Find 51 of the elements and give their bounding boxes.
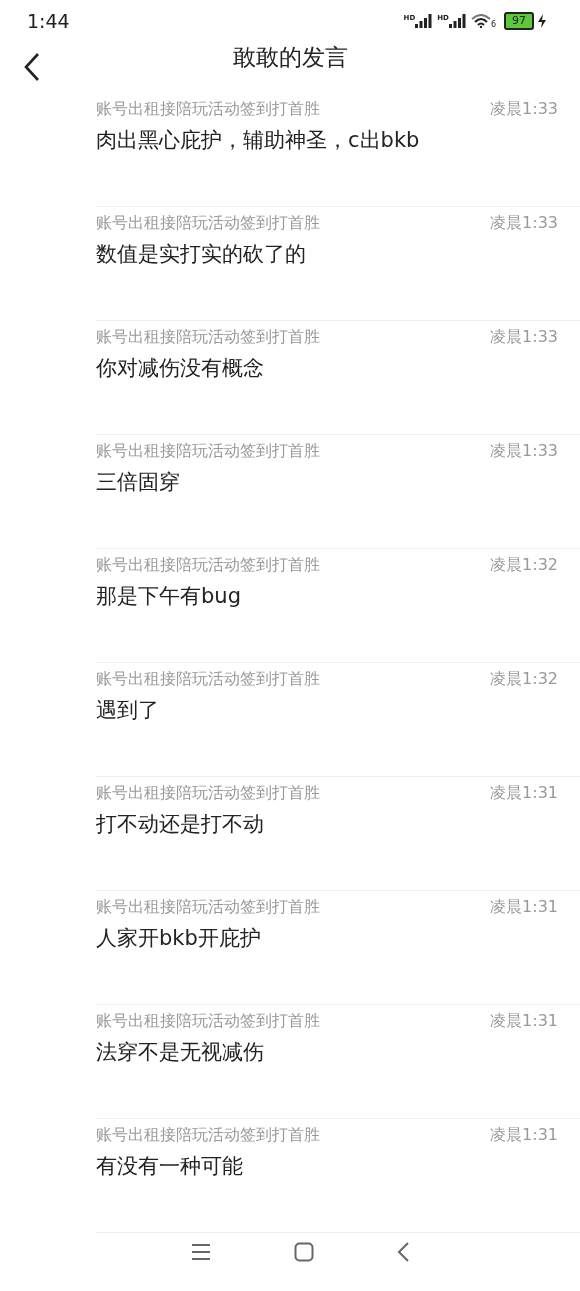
group-name: 账号出租接陪玩活动签到打首胜: [96, 555, 320, 577]
message-text: 人家开bkb开庇护: [96, 925, 262, 953]
group-name: 账号出租接陪玩活动签到打首胜: [96, 1125, 320, 1147]
menu-icon[interactable]: [191, 1243, 212, 1262]
message-item[interactable]: 账号出租接陪玩活动签到打首胜 凌晨1:33 数值是实打实的砍了的: [96, 207, 580, 322]
message-time: 凌晨1:32: [490, 669, 558, 691]
group-name: 账号出租接陪玩活动签到打首胜: [96, 441, 320, 463]
battery-indicator: 97: [504, 11, 534, 30]
group-name: 账号出租接陪玩活动签到打首胜: [96, 327, 320, 349]
message-text: 三倍固穿: [96, 469, 181, 497]
message-time: 凌晨1:31: [490, 897, 558, 919]
message-time: 凌晨1:31: [490, 783, 558, 805]
page-title: 敢敢的发言: [232, 42, 348, 72]
message-item[interactable]: 账号出租接陪玩活动签到打首胜 凌晨1:32 遇到了: [96, 663, 580, 778]
message-time: 凌晨1:33: [490, 327, 558, 349]
message-item[interactable]: 账号出租接陪玩活动签到打首胜 凌晨1:33 肉出黑心庇护，辅助神圣，c出bkb: [96, 93, 580, 208]
message-time: 凌晨1:31: [490, 1011, 558, 1033]
charging-icon: [538, 13, 546, 28]
message-item[interactable]: 账号出租接陪玩活动签到打首胜 凌晨1:32 那是下午有bug: [96, 549, 580, 664]
message-text: 有没有一种可能: [96, 1153, 244, 1181]
group-name: 账号出租接陪玩活动签到打首胜: [96, 669, 320, 691]
message-time: 凌晨1:31: [490, 1125, 558, 1147]
group-name: 账号出租接陪玩活动签到打首胜: [96, 783, 320, 805]
signal-icon: [448, 13, 467, 28]
home-icon[interactable]: [294, 1242, 314, 1263]
status-time: 1:44: [27, 9, 70, 32]
message-text: 那是下午有bug: [96, 583, 242, 611]
message-text: 法穿不是无视减伤: [96, 1039, 265, 1067]
message-time: 凌晨1:33: [490, 441, 558, 463]
message-item[interactable]: 账号出租接陪玩活动签到打首胜 凌晨1:31 打不动还是打不动: [96, 777, 580, 892]
message-text: 你对减伤没有概念: [96, 355, 265, 383]
message-item[interactable]: 账号出租接陪玩活动签到打首胜 凌晨1:31 法穿不是无视减伤: [96, 1005, 580, 1120]
wifi-label: 6: [490, 20, 496, 30]
message-item[interactable]: 账号出租接陪玩活动签到打首胜 凌晨1:33 你对减伤没有概念: [96, 321, 580, 436]
message-item[interactable]: 账号出租接陪玩活动签到打首胜 凌晨1:31 有没有一种可能: [96, 1119, 580, 1234]
message-text: 遇到了: [96, 697, 160, 725]
message-item[interactable]: 账号出租接陪玩活动签到打首胜 凌晨1:31 人家开bkb开庇护: [96, 891, 580, 1006]
wifi-icon: [470, 13, 491, 28]
message-time: 凌晨1:32: [490, 555, 558, 577]
group-name: 账号出租接陪玩活动签到打首胜: [96, 99, 320, 121]
group-name: 账号出租接陪玩活动签到打首胜: [96, 897, 320, 919]
back-icon[interactable]: [24, 53, 40, 82]
message-text: 数值是实打实的砍了的: [96, 241, 307, 269]
message-time: 凌晨1:33: [490, 99, 558, 121]
message-text: 打不动还是打不动: [96, 811, 265, 839]
message-text: 肉出黑心庇护，辅助神圣，c出bkb: [96, 127, 421, 155]
group-name: 账号出租接陪玩活动签到打首胜: [96, 1011, 320, 1033]
signal-icon: [415, 13, 434, 28]
message-time: 凌晨1:33: [490, 213, 558, 235]
group-name: 账号出租接陪玩活动签到打首胜: [96, 213, 320, 235]
message-item[interactable]: 账号出租接陪玩活动签到打首胜 凌晨1:33 三倍固穿: [96, 435, 580, 550]
